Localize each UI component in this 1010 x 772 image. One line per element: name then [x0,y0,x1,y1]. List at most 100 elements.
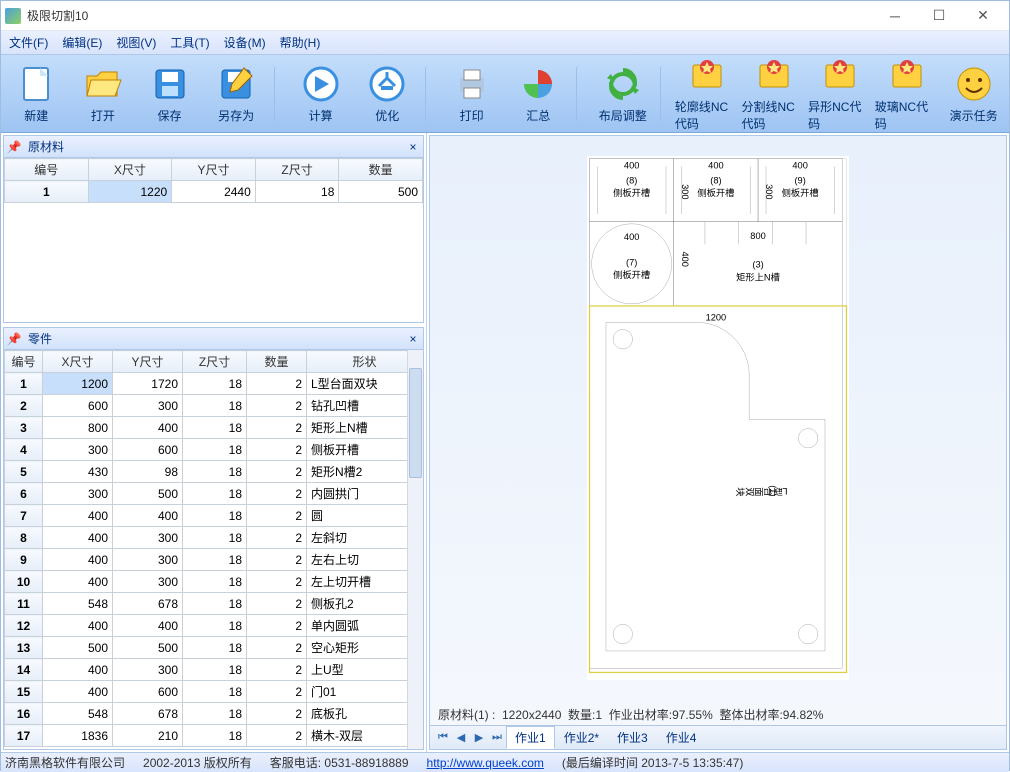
preview-info: 原材料(1) : 1220x2440 数量:1 作业出材率:97.55% 整体出… [430,703,1006,725]
materials-table[interactable]: 编号X尺寸Y尺寸Z尺寸数量 11220244018500 [4,158,423,203]
toolbar-summary[interactable]: 汇总 [506,58,571,130]
svg-text:侧板开槽: 侧板开槽 [782,187,819,198]
col-header[interactable]: X尺寸 [88,159,172,181]
svg-text:1200: 1200 [706,312,727,322]
statusbar: 济南黑格软件有限公司 2002-2013 版权所有 客服电话: 0531-889… [1,752,1009,772]
status-url[interactable]: http://www.queek.com [427,756,544,770]
layout-adj-icon [603,64,643,104]
col-header[interactable]: 编号 [5,351,43,373]
nav-prev-icon[interactable]: ◀ [452,729,470,747]
menu-edit[interactable]: 编辑(E) [62,34,102,51]
col-header[interactable]: X尺寸 [43,351,113,373]
table-row[interactable]: 543098182矩形N槽2 [5,461,423,483]
svg-text:侧板开槽: 侧板开槽 [613,187,650,198]
col-header[interactable]: 数量 [247,351,307,373]
table-row[interactable]: 10400300182左上切开槽 [5,571,423,593]
table-row[interactable]: 7400400182圆 [5,505,423,527]
svg-text:400: 400 [708,161,723,171]
status-company: 济南黑格软件有限公司 [5,754,125,771]
pin-icon[interactable]: 📌 [4,332,24,346]
table-row[interactable]: 8400300182左斜切 [5,527,423,549]
toolbar-calc[interactable]: 计算 [288,58,353,130]
layout-preview[interactable]: 400 (8) 侧板开槽 300 400 (8) 侧板开槽 300 400 (9… [587,156,849,680]
parts-table[interactable]: 编号X尺寸Y尺寸Z尺寸数量形状 112001720182L型台面双块260030… [4,350,423,747]
table-row[interactable]: 11548678182侧板孔2 [5,593,423,615]
table-row[interactable]: 14400300182上U型 [5,659,423,681]
close-button[interactable]: ✕ [961,2,1005,30]
summary-icon [518,64,558,104]
panel-close-icon[interactable]: × [403,332,423,346]
save-as-icon [216,64,256,104]
col-header[interactable]: Z尺寸 [255,159,339,181]
table-row[interactable]: 9400300182左右上切 [5,549,423,571]
maximize-button[interactable]: ☐ [917,2,961,30]
col-header[interactable]: Y尺寸 [113,351,183,373]
toolbar-label: 打印 [460,107,484,124]
panel-close-icon[interactable]: × [403,140,423,154]
toolbar-glass-nc[interactable]: 玻璃NC代码 [875,58,940,130]
toolbar-save[interactable]: 保存 [137,58,202,130]
profile-nc-icon [820,55,860,95]
table-row[interactable]: 11220244018500 [5,181,423,203]
menu-file[interactable]: 文件(F) [9,34,48,51]
col-header[interactable]: Y尺寸 [172,159,256,181]
toolbar-label: 计算 [309,107,333,124]
parts-panel: 📌 零件 × 编号X尺寸Y尺寸Z尺寸数量形状 112001720182L型台面双… [3,327,424,750]
svg-text:400: 400 [680,251,690,266]
table-row[interactable]: 2600300182钻孔凹槽 [5,395,423,417]
col-header[interactable]: Z尺寸 [183,351,247,373]
job-tab[interactable]: 作业3 [608,726,657,749]
toolbar-layout-adj[interactable]: 布局调整 [590,58,655,130]
svg-text:400: 400 [624,161,639,171]
table-row[interactable]: 171836210182横木-双层 [5,725,423,747]
table-row[interactable]: 15400600182门01 [5,681,423,703]
toolbar-label: 保存 [158,107,182,124]
toolbar-new[interactable]: 新建 [4,58,69,130]
col-header[interactable]: 形状 [307,351,423,373]
toolbar-open[interactable]: 打开 [71,58,136,130]
toolbar-save-as[interactable]: 另存为 [204,58,269,130]
split-nc-icon [754,55,794,95]
table-row[interactable]: 16548678182底板孔 [5,703,423,725]
job-tab[interactable]: 作业4 [657,726,706,749]
menu-device[interactable]: 设备(M) [224,34,266,51]
window-title: 极限切割10 [27,7,873,24]
print-icon [452,64,492,104]
table-row[interactable]: 13500500182空心矩形 [5,637,423,659]
table-row[interactable]: 12400400182单内圆弧 [5,615,423,637]
nav-last-icon[interactable]: ⏭ [488,729,506,747]
pin-icon[interactable]: 📌 [4,140,24,154]
toolbar-label: 汇总 [526,107,550,124]
col-header[interactable]: 编号 [5,159,89,181]
table-row[interactable]: 6300500182内圆拱门 [5,483,423,505]
menu-help[interactable]: 帮助(H) [280,34,321,51]
parts-scrollbar[interactable] [407,350,423,749]
svg-text:300: 300 [764,184,774,199]
toolbar-label: 布局调整 [599,107,647,124]
materials-panel: 📌 原材料 × 编号X尺寸Y尺寸Z尺寸数量 11220244018500 [3,135,424,323]
table-row[interactable]: 3800400182矩形上N槽 [5,417,423,439]
toolbar-label: 玻璃NC代码 [875,98,940,132]
open-icon [83,64,123,104]
svg-text:(3): (3) [752,260,763,270]
job-tab[interactable]: 作业2* [555,726,608,749]
minimize-button[interactable]: ─ [873,2,917,30]
menu-view[interactable]: 视图(V) [116,34,156,51]
materials-panel-title: 原材料 [24,138,403,155]
nav-next-icon[interactable]: ▶ [470,729,488,747]
job-tab[interactable]: 作业1 [506,726,555,749]
toolbar-split-nc[interactable]: 分割线NC代码 [742,58,807,130]
toolbar-optimize[interactable]: 优化 [355,58,420,130]
preview-panel: 400 (8) 侧板开槽 300 400 (8) 侧板开槽 300 400 (9… [429,135,1007,750]
nav-first-icon[interactable]: ⏮ [434,729,452,747]
table-row[interactable]: 4300600182侧板开槽 [5,439,423,461]
menu-tools[interactable]: 工具(T) [170,34,209,51]
table-row[interactable]: 112001720182L型台面双块 [5,373,423,395]
toolbar-print[interactable]: 打印 [439,58,504,130]
menubar: 文件(F) 编辑(E) 视图(V) 工具(T) 设备(M) 帮助(H) [1,31,1009,55]
toolbar-label: 打开 [91,107,115,124]
toolbar-profile-nc[interactable]: 异形NC代码 [808,58,873,130]
toolbar-demo[interactable]: 演示任务 [941,58,1006,130]
col-header[interactable]: 数量 [339,159,423,181]
toolbar-contour-nc[interactable]: 轮廓线NC代码 [675,58,740,130]
